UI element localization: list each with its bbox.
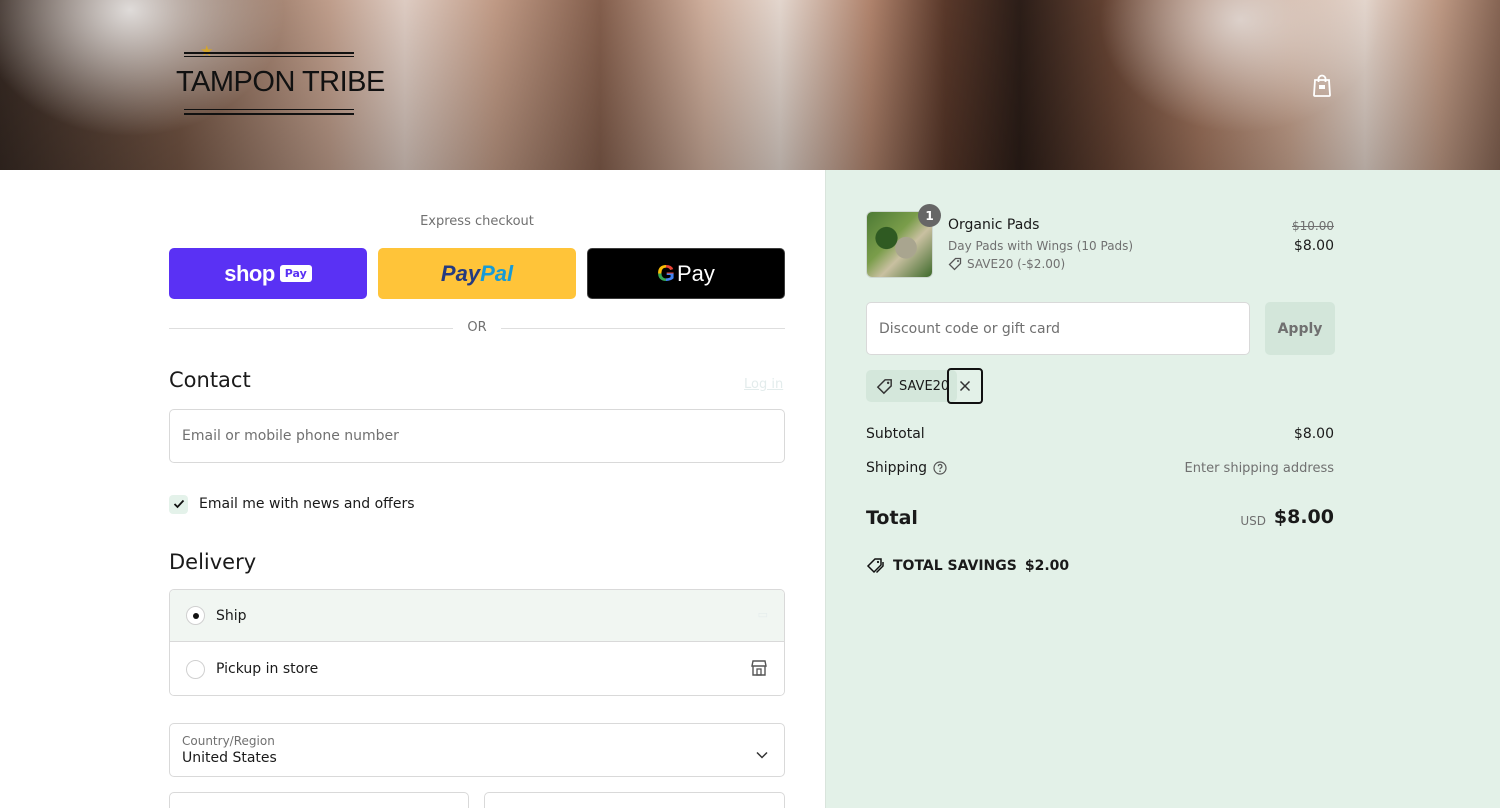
pickup-radio[interactable] xyxy=(186,659,205,679)
store-logo[interactable]: ★ TAMPON TRIBE xyxy=(176,44,385,122)
last-name-field[interactable] xyxy=(484,792,785,808)
apply-discount-button[interactable]: Apply xyxy=(1265,302,1335,355)
total-value: $8.00 xyxy=(1273,506,1334,528)
applied-code-label: SAVE20 xyxy=(899,378,950,394)
tags-icon xyxy=(866,558,884,574)
express-checkout-label: Express checkout xyxy=(420,214,534,229)
store-icon xyxy=(750,659,768,681)
logo-rule xyxy=(184,109,354,110)
google-pay-button[interactable]: G Pay xyxy=(587,248,785,299)
header-banner: ★ TAMPON TRIBE xyxy=(0,0,1500,170)
quantity-badge: 1 xyxy=(918,204,941,227)
total-savings: TOTAL SAVINGS $2.00 xyxy=(866,557,1069,574)
shopping-bag-icon[interactable] xyxy=(1310,72,1334,98)
savings-value: $2.00 xyxy=(1024,557,1070,574)
remove-code-button[interactable] xyxy=(947,368,983,404)
login-link[interactable]: Log in xyxy=(744,377,783,392)
google-g-icon: G xyxy=(657,260,675,286)
logo-rule xyxy=(184,113,354,115)
shop-pay-brand: shop xyxy=(224,260,275,286)
tag-icon xyxy=(876,378,892,394)
product-price: $8.00 xyxy=(1293,238,1334,254)
paypal-brand: PayPal xyxy=(440,260,514,286)
truck-icon: ▭ xyxy=(757,608,768,621)
logo-text: TAMPON TRIBE xyxy=(176,66,385,98)
total-label: Total xyxy=(866,507,918,529)
product-discount: SAVE20 (-$2.00) xyxy=(948,257,1065,271)
savings-label: TOTAL SAVINGS xyxy=(893,557,1017,574)
delivery-option-ship[interactable]: Ship ▭ xyxy=(170,590,784,642)
news-checkbox-row[interactable]: Email me with news and offers xyxy=(169,493,415,515)
shop-pay-tag: Pay xyxy=(279,265,312,282)
help-icon xyxy=(933,461,947,475)
country-label: Country/Region xyxy=(182,734,275,748)
google-pay-brand: G Pay xyxy=(657,260,715,286)
product-name: Organic Pads xyxy=(948,217,1040,233)
shipping-value: Enter shipping address xyxy=(1184,461,1334,476)
logo-rule xyxy=(184,52,354,54)
email-field[interactable] xyxy=(169,409,785,463)
ship-label: Ship xyxy=(216,607,247,624)
checkmark-icon xyxy=(173,499,184,509)
subtotal-value: $8.00 xyxy=(1293,426,1334,442)
pickup-label: Pickup in store xyxy=(216,661,319,677)
news-checkbox-label: Email me with news and offers xyxy=(199,496,415,512)
contact-title: Contact xyxy=(169,368,251,392)
shipping-row-label: Shipping xyxy=(866,460,947,476)
delivery-title: Delivery xyxy=(169,550,257,574)
delivery-method-group: Ship ▭ Pickup in store xyxy=(169,589,785,696)
chevron-down-icon xyxy=(756,744,768,763)
delivery-option-pickup[interactable]: Pickup in store xyxy=(170,643,784,695)
close-icon xyxy=(959,380,971,392)
product-variant: Day Pads with Wings (10 Pads) xyxy=(948,239,1134,253)
tag-icon xyxy=(948,257,962,271)
paypal-button[interactable]: PayPal xyxy=(378,248,576,299)
currency-code: USD xyxy=(1240,514,1266,528)
logo-rule xyxy=(184,56,354,57)
shop-pay-button[interactable]: shop Pay xyxy=(169,248,367,299)
subtotal-label: Subtotal xyxy=(866,426,925,442)
first-name-field[interactable] xyxy=(169,792,469,808)
discount-code-field[interactable] xyxy=(866,302,1250,355)
country-select[interactable]: Country/Region United States xyxy=(169,723,785,777)
original-price: $10.00 xyxy=(1292,219,1334,233)
or-label: OR xyxy=(467,320,487,335)
ship-radio[interactable] xyxy=(186,606,205,625)
or-divider: OR xyxy=(169,318,785,338)
country-value: United States xyxy=(182,750,277,766)
applied-code-chip: SAVE20 xyxy=(866,370,958,402)
news-checkbox[interactable] xyxy=(169,494,188,514)
